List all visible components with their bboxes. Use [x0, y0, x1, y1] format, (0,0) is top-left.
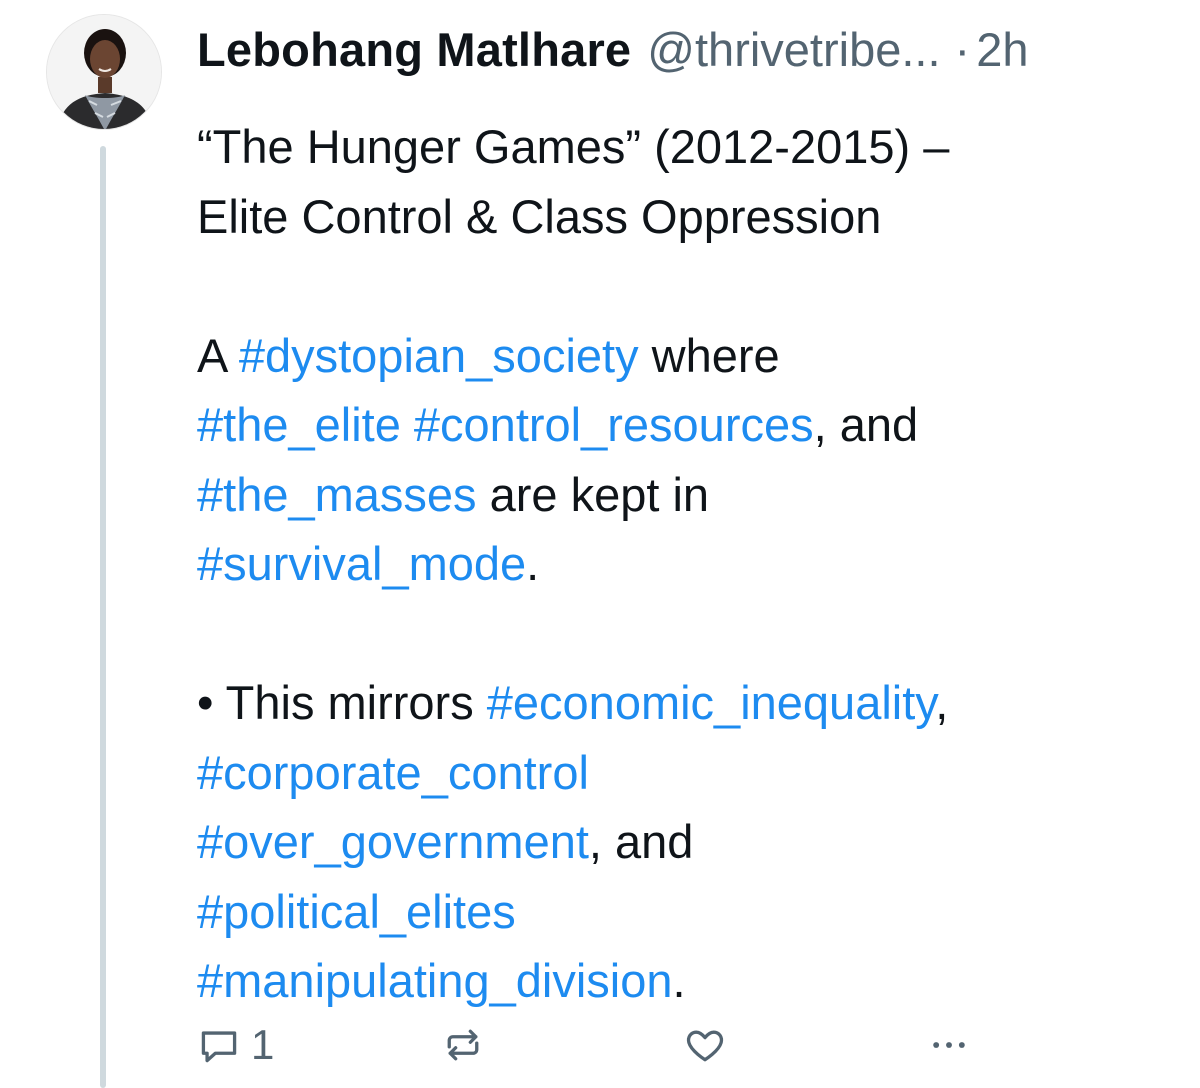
reply-icon — [201, 1031, 237, 1063]
hashtag-link[interactable]: #over_government — [197, 815, 589, 868]
paragraph-2-line-3: #over_government, and — [197, 807, 1177, 877]
separator-dot: · — [954, 23, 971, 76]
post-content: Lebohang Matlhare @thrivetribe... · 2h “… — [197, 18, 1177, 1016]
post: Lebohang Matlhare @thrivetribe... · 2h “… — [0, 0, 1200, 1088]
text-fragment — [401, 398, 414, 451]
paragraph-2-line-1: • This mirrors #economic_inequality, — [197, 668, 1177, 738]
paragraph-2-line-2: #corporate_control — [197, 738, 1177, 808]
hashtag-link[interactable]: #political_elites — [197, 885, 516, 938]
title-line-1: “The Hunger Games” (2012-2015) – — [197, 120, 950, 173]
text-fragment: , and — [588, 815, 694, 868]
repost-icon — [447, 1029, 479, 1061]
text-fragment: . — [526, 537, 540, 590]
hashtag-link[interactable]: #the_elite — [197, 398, 401, 451]
paragraph-2-line-5: #manipulating_division. — [197, 946, 1177, 1016]
post-header: Lebohang Matlhare @thrivetribe... · 2h — [197, 18, 1177, 82]
text-fragment: where — [638, 328, 780, 382]
reply-count: 1 — [251, 1021, 275, 1068]
author-name[interactable]: Lebohang Matlhare — [197, 18, 631, 82]
bullet-text: • This mirrors — [197, 676, 487, 729]
text-fragment: , — [935, 676, 949, 729]
text-fragment: A — [197, 328, 239, 382]
author-handle[interactable]: @thrivetribe... — [647, 18, 940, 82]
more-options-button[interactable] — [927, 1020, 971, 1070]
more-dots-icon — [933, 1042, 965, 1048]
paragraph-1-line-2: #the_elite #control_resources, and — [197, 390, 1177, 460]
paragraph-2-line-4: #political_elites — [197, 877, 1177, 947]
hashtag-link[interactable]: #dystopian_society — [239, 329, 639, 382]
paragraph-1-line-3: #the_masses are kept in — [197, 460, 1177, 530]
avatar[interactable] — [46, 14, 162, 130]
timestamp[interactable]: 2h — [976, 18, 1028, 82]
avatar-photo — [47, 15, 161, 129]
like-button[interactable] — [683, 1020, 727, 1070]
hashtag-link[interactable]: #economic_inequality — [487, 676, 936, 729]
text-fragment: are kept in — [476, 467, 710, 521]
text-fragment: . — [672, 954, 686, 1007]
post-text: “The Hunger Games” (2012-2015) – Elite C… — [197, 112, 1177, 1016]
hashtag-link[interactable]: #corporate_control — [197, 746, 589, 799]
repost-button[interactable] — [441, 1020, 485, 1070]
hashtag-link[interactable]: #the_masses — [197, 468, 477, 521]
text-fragment: , and — [813, 398, 919, 451]
paragraph-1-line-1: A #dystopian_society where — [197, 321, 1177, 391]
action-bar: 1 — [197, 1020, 997, 1070]
heart-icon — [686, 1030, 724, 1062]
reply-button[interactable]: 1 — [197, 1020, 274, 1070]
thread-line — [100, 146, 106, 1088]
hashtag-link[interactable]: #control_resources — [414, 398, 814, 451]
hashtag-link[interactable]: #survival_mode — [197, 537, 526, 590]
paragraph-1-line-4: #survival_mode. — [197, 529, 1177, 599]
hashtag-link[interactable]: #manipulating_division — [197, 954, 673, 1007]
title-line-2: Elite Control & Class Oppression — [197, 189, 882, 243]
